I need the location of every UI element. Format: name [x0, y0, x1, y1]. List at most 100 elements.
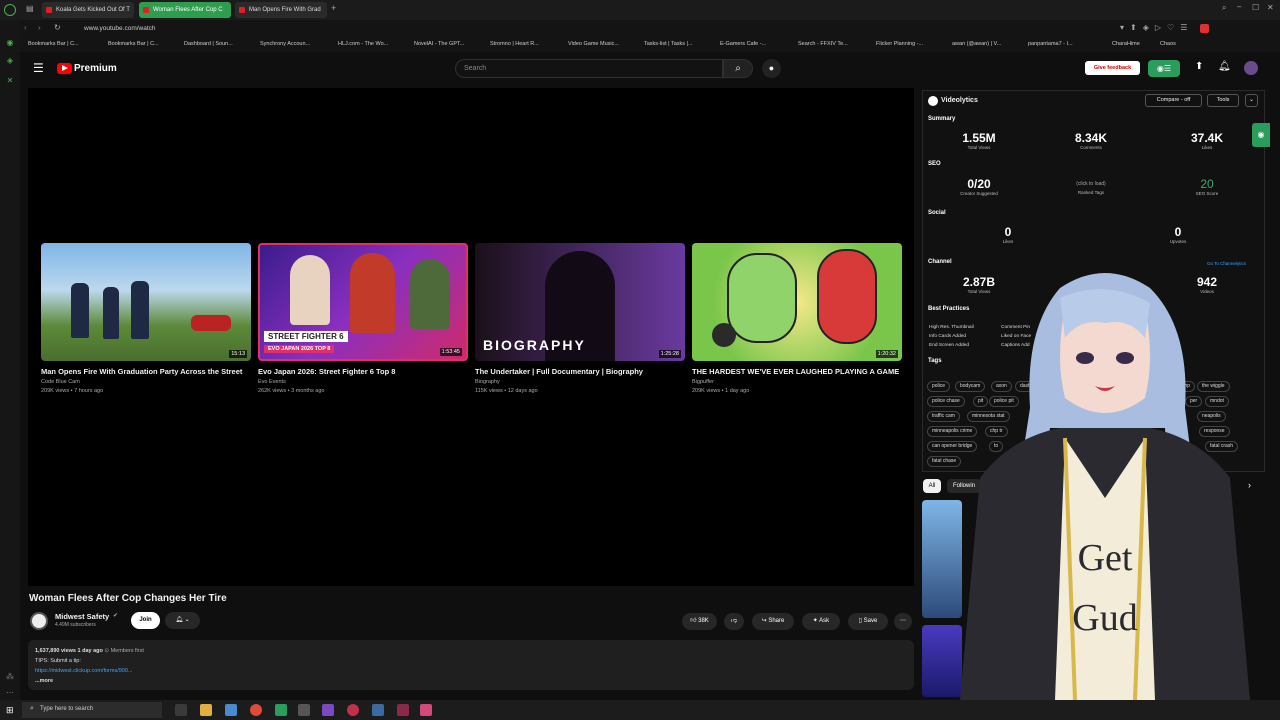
- tips-link[interactable]: https://midwest.clickup.com/forms/900...: [35, 666, 907, 676]
- sidebar-shield-icon[interactable]: ◉: [5, 38, 15, 48]
- sidebar-gx-icon[interactable]: ⁂: [5, 672, 15, 682]
- reload-icon[interactable]: ↻: [54, 23, 61, 32]
- bookmark-item[interactable]: HLJ.com - The Wo...: [338, 41, 388, 47]
- app-icon[interactable]: [298, 704, 310, 716]
- suggestion-title[interactable]: Evo Japan 2026: Street Fighter 6 Top 8: [258, 367, 468, 376]
- stat-ranked-tags[interactable]: (click to load) Ranked Tags: [1051, 181, 1131, 195]
- tools-dropdown[interactable]: Tools: [1207, 94, 1239, 107]
- app-icon[interactable]: [275, 704, 287, 716]
- suggestion-channel[interactable]: Biography: [475, 378, 685, 387]
- sidebar-tools-icon[interactable]: ✕: [5, 76, 15, 86]
- play-triangle-icon: [62, 65, 68, 71]
- show-more-link[interactable]: ...more: [35, 676, 907, 686]
- suggestion-thumbnail[interactable]: 1:20:32: [692, 243, 902, 361]
- new-tab-button[interactable]: +: [331, 3, 336, 13]
- suggestion-title[interactable]: The Undertaker | Full Documentary | Biog…: [475, 367, 685, 376]
- suggestion-card[interactable]: 1:20:32 THE HARDEST WE'VE EVER LAUGHED P…: [692, 243, 902, 396]
- channel-avatar[interactable]: [30, 612, 48, 630]
- video-player[interactable]: 15:13 Man Opens Fire With Graduation Par…: [28, 88, 914, 586]
- bookmark-item[interactable]: Dashboard | Soun...: [184, 41, 233, 47]
- bookmark-item[interactable]: NovelAI - The GPT...: [414, 41, 464, 47]
- taskbar-search-input[interactable]: Type here to search: [22, 702, 162, 718]
- suggestion-thumbnail[interactable]: BIOGRAPHY 1:25:28: [475, 243, 685, 361]
- bookmark-item[interactable]: Stromno | Heart R...: [490, 41, 539, 47]
- task-view-icon[interactable]: [175, 704, 187, 716]
- join-button[interactable]: Join: [131, 612, 160, 629]
- chrome-icon[interactable]: [250, 704, 262, 716]
- url-field[interactable]: www.youtube.com/watch: [84, 25, 156, 32]
- bell-icon: 🔔︎ ⌄: [175, 617, 190, 623]
- videolytics-side-tab-icon[interactable]: ◉: [1252, 123, 1270, 147]
- sidebar-more-icon[interactable]: ⋯: [5, 688, 15, 698]
- bookmark-item[interactable]: Flicker Planning -...: [876, 41, 923, 47]
- extension-icons[interactable]: ▾⬆◈▷♡☰: [1120, 23, 1193, 32]
- suggestion-thumbnail[interactable]: 15:13: [41, 243, 251, 361]
- bookmark-item[interactable]: Bookmarks Bar | C...: [28, 41, 79, 47]
- windows-start-icon[interactable]: ⊞: [6, 705, 14, 716]
- members-first-icon: ⊙: [104, 648, 110, 654]
- bookmark-item[interactable]: E-Gamers Cafe -...: [720, 41, 766, 47]
- bookmark-item[interactable]: Search - FFXIV Te...: [798, 41, 848, 47]
- bookmark-item[interactable]: Chaos: [1160, 41, 1176, 47]
- suggestion-title[interactable]: Man Opens Fire With Graduation Party Acr…: [41, 367, 251, 376]
- account-avatar[interactable]: [1244, 61, 1258, 75]
- collapse-chevron-icon[interactable]: ⌄: [1245, 94, 1258, 107]
- steam-icon[interactable]: [372, 704, 384, 716]
- menu-icon[interactable]: ☰: [33, 61, 44, 75]
- opera-gx-icon[interactable]: [347, 704, 359, 716]
- compare-toggle[interactable]: Compare - off: [1145, 94, 1202, 107]
- more-actions-button[interactable]: ⋯: [894, 613, 912, 630]
- bookmark-item[interactable]: Tasks-list | Tasks |...: [644, 41, 693, 47]
- extension-red-icon[interactable]: [1200, 24, 1209, 33]
- bookmark-item[interactable]: Video Game Music...: [568, 41, 619, 47]
- suggestion-thumbnail[interactable]: STREET FIGHTER 6 EVO JAPAN 2026 TOP 8 1:…: [258, 243, 468, 361]
- suggestion-card[interactable]: STREET FIGHTER 6 EVO JAPAN 2026 TOP 8 1:…: [258, 243, 468, 396]
- videolytics-toggle-icon[interactable]: ◉☰: [1148, 60, 1180, 77]
- save-button[interactable]: ▯ Save: [848, 613, 888, 630]
- tab-koala[interactable]: Koala Gets Kicked Out Of T: [42, 2, 134, 18]
- tab-woman-flees[interactable]: Woman Flees After Cop C: [139, 2, 231, 18]
- suggestion-channel[interactable]: Code Blue Cam: [41, 378, 251, 387]
- bookmark-item[interactable]: Bookmarks Bar | C...: [108, 41, 159, 47]
- suggestion-channel[interactable]: Evo Events: [258, 378, 468, 387]
- suggestion-channel[interactable]: Bigpuffer: [692, 378, 902, 387]
- chip-all[interactable]: All: [923, 479, 941, 493]
- workspaces-icon[interactable]: ▤: [26, 4, 34, 13]
- suggestion-card[interactable]: 15:13 Man Opens Fire With Graduation Par…: [41, 243, 251, 396]
- tab-man-opens-fire[interactable]: Man Opens Fire With Grad: [235, 2, 327, 18]
- search-button[interactable]: ⌕: [723, 59, 753, 78]
- bookmark-item[interactable]: awan (@awan) | V...: [952, 41, 1001, 47]
- browser-logo-icon[interactable]: [4, 4, 16, 16]
- channel-name[interactable]: Midwest Safety: [55, 612, 109, 621]
- suggestion-card[interactable]: BIOGRAPHY 1:25:28 The Undertaker | Full …: [475, 243, 685, 396]
- like-button[interactable]: 👍︎ 38K: [682, 613, 717, 630]
- upload-icon[interactable]: ⬆: [1195, 61, 1203, 72]
- search-tabs-icon[interactable]: ⌕: [1222, 3, 1226, 13]
- minimize-icon[interactable]: –: [1237, 2, 1241, 11]
- bookmark-item[interactable]: panpantama7 - I...: [1028, 41, 1073, 47]
- maximize-icon[interactable]: ☐: [1252, 3, 1259, 12]
- file-explorer-icon[interactable]: [200, 704, 212, 716]
- suggestion-title[interactable]: THE HARDEST WE'VE EVER LAUGHED PLAYING A…: [692, 367, 902, 376]
- bookmark-item[interactable]: CharaHime: [1112, 41, 1140, 47]
- ask-button[interactable]: ✦ Ask: [802, 613, 840, 630]
- video-description[interactable]: 1,637,890 views 1 day ago ⊙ Members firs…: [28, 640, 914, 690]
- share-button[interactable]: ↪ Share: [752, 613, 794, 630]
- back-icon[interactable]: ‹: [24, 23, 27, 32]
- obs-icon[interactable]: [322, 704, 334, 716]
- voice-search-button[interactable]: ●: [762, 59, 781, 78]
- dislike-button[interactable]: 👎︎: [724, 613, 744, 630]
- close-icon[interactable]: ✕: [1267, 3, 1274, 12]
- store-icon[interactable]: [225, 704, 237, 716]
- sidebar-wallet-icon[interactable]: ◈: [5, 56, 15, 66]
- give-feedback-button[interactable]: Give feedback: [1085, 61, 1140, 75]
- search-input[interactable]: Search: [455, 59, 723, 78]
- app-icon[interactable]: [397, 704, 409, 716]
- bookmark-item[interactable]: Synchrony Accoun...: [260, 41, 310, 47]
- social-heading: Social: [928, 210, 946, 216]
- notifications-bell-icon[interactable]: 🔔︎: [1218, 61, 1231, 72]
- app-icon[interactable]: [420, 704, 432, 716]
- subscribed-bell-button[interactable]: 🔔︎ ⌄: [165, 612, 200, 629]
- forward-icon[interactable]: ›: [38, 23, 41, 32]
- channelytics-link[interactable]: Go To Channelytics: [1207, 261, 1246, 266]
